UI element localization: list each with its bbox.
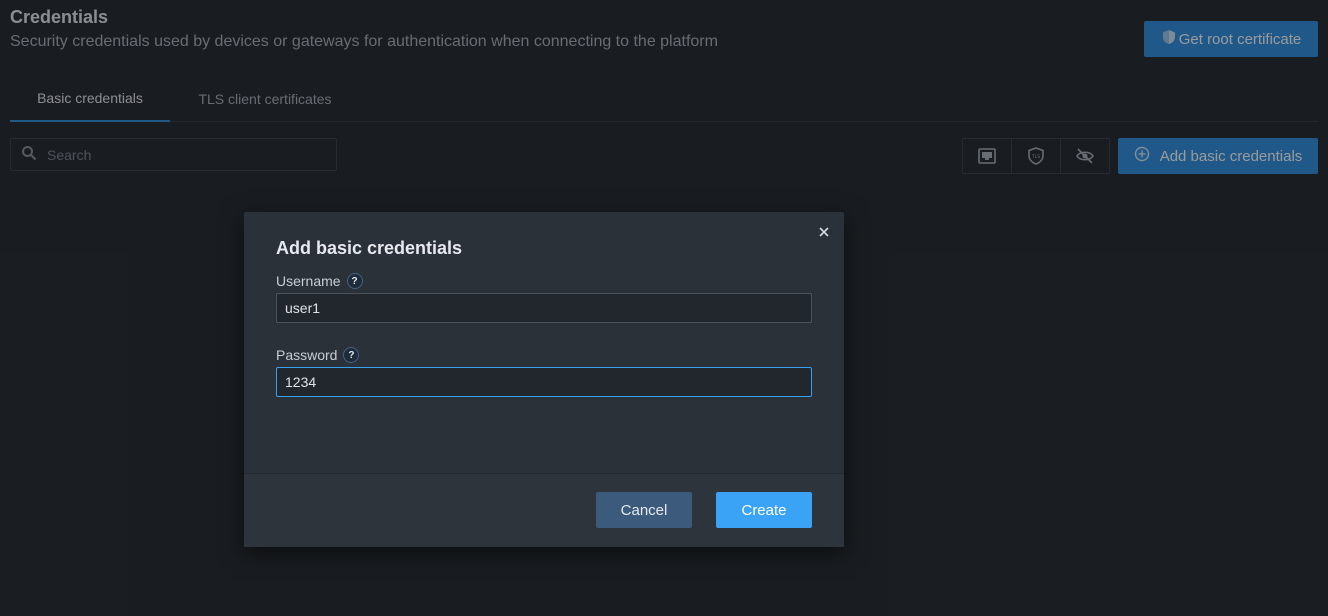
create-button[interactable]: Create <box>716 492 812 528</box>
password-label: Password ? <box>276 347 360 363</box>
username-label: Username ? <box>276 273 363 289</box>
username-field[interactable] <box>276 293 812 323</box>
help-icon[interactable]: ? <box>346 273 363 289</box>
add-basic-credentials-dialog: Add basic credentials Username ? Passwor… <box>244 212 844 547</box>
cancel-button[interactable]: Cancel <box>596 492 692 528</box>
username-label-text: Username <box>276 273 341 289</box>
dialog-title: Add basic credentials <box>276 238 463 258</box>
close-icon[interactable] <box>816 224 832 240</box>
password-field[interactable] <box>276 367 812 397</box>
password-label-text: Password <box>276 347 338 363</box>
help-icon[interactable]: ? <box>343 347 360 363</box>
dialog-footer: Cancel Create <box>244 473 844 547</box>
